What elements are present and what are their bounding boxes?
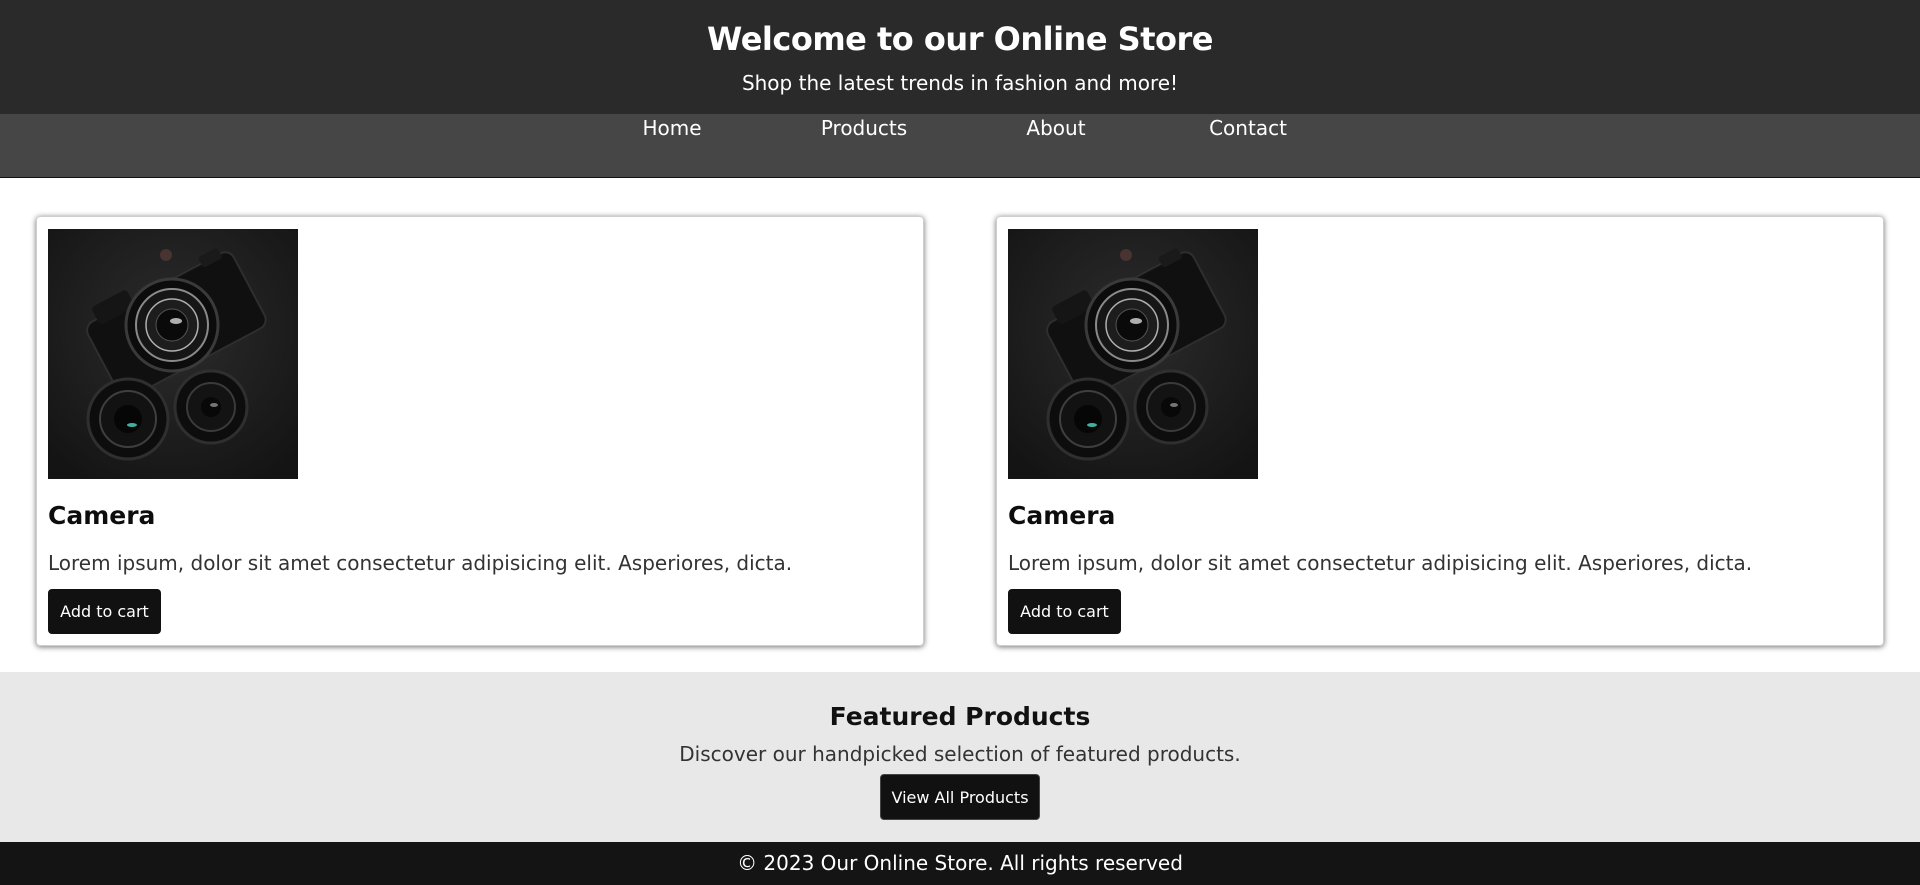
- featured-description: Discover our handpicked selection of fea…: [679, 742, 1241, 766]
- camera-photo-icon: [1008, 229, 1258, 479]
- featured-section: Featured Products Discover our handpicke…: [0, 672, 1920, 842]
- nav-link-about[interactable]: About: [1026, 116, 1085, 140]
- product-description: Lorem ipsum, dolor sit amet consectetur …: [1008, 551, 1753, 575]
- add-to-cart-button[interactable]: Add to cart: [48, 589, 161, 634]
- site-footer: © 2023 Our Online Store. All rights rese…: [0, 842, 1920, 885]
- main-nav: Home Products About Contact: [0, 114, 1920, 178]
- product-name: Camera: [1008, 501, 1116, 530]
- nav-link-contact[interactable]: Contact: [1209, 116, 1287, 140]
- page-title: Welcome to our Online Store: [707, 20, 1213, 58]
- site-tagline: Shop the latest trends in fashion and mo…: [741, 71, 1179, 95]
- product-name: Camera: [48, 501, 156, 530]
- site-header: Welcome to our Online Store Shop the lat…: [0, 0, 1920, 114]
- camera-photo-icon: [48, 229, 298, 479]
- camera-image: [1008, 229, 1258, 479]
- nav-link-home[interactable]: Home: [642, 116, 701, 140]
- product-card: Camera Lorem ipsum, dolor sit amet conse…: [996, 216, 1884, 646]
- camera-image: [48, 229, 298, 479]
- product-description: Lorem ipsum, dolor sit amet consectetur …: [48, 551, 793, 575]
- product-card: Camera Lorem ipsum, dolor sit amet conse…: [36, 216, 924, 646]
- nav-link-products[interactable]: Products: [821, 116, 907, 140]
- add-to-cart-button[interactable]: Add to cart: [1008, 589, 1121, 634]
- view-all-products-button[interactable]: View All Products: [880, 774, 1040, 820]
- featured-title: Featured Products: [829, 702, 1091, 731]
- copyright-text: © 2023 Our Online Store. All rights rese…: [737, 851, 1183, 875]
